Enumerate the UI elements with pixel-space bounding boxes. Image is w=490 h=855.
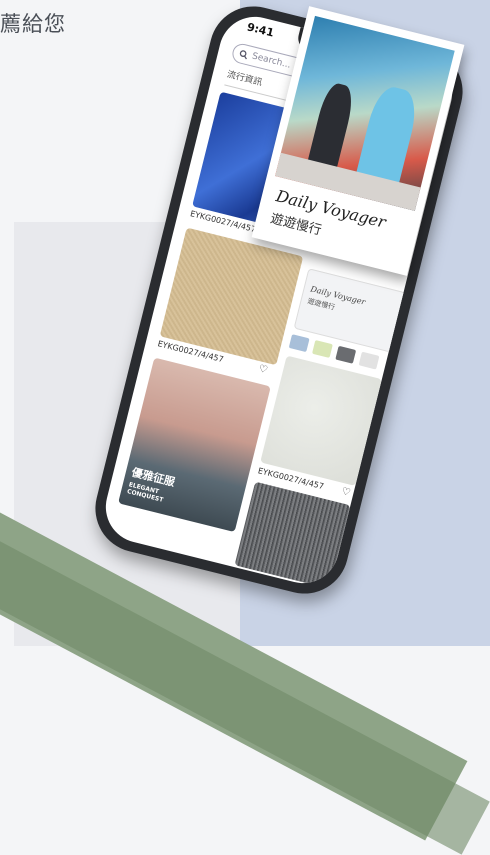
heart-icon[interactable]: ♡ (257, 363, 270, 376)
search-icon (239, 49, 248, 59)
swatch[interactable] (335, 345, 357, 364)
swatch[interactable] (358, 351, 380, 370)
fabric-tile-light[interactable] (260, 355, 382, 486)
swatch[interactable] (288, 334, 310, 353)
promo-tile[interactable]: 優雅征服 ELEGANT CONQUEST (118, 357, 271, 533)
search-placeholder: Search... (250, 51, 292, 71)
fashion-photo (275, 15, 455, 211)
headline-text: 薦給您 (0, 12, 66, 36)
status-time: 9:41 (245, 20, 276, 40)
heart-icon[interactable]: ♡ (340, 486, 353, 499)
tab-trends[interactable]: 流行資訊 (225, 67, 264, 93)
fabric-tile-grey[interactable] (234, 481, 351, 589)
swatch[interactable] (312, 339, 333, 358)
